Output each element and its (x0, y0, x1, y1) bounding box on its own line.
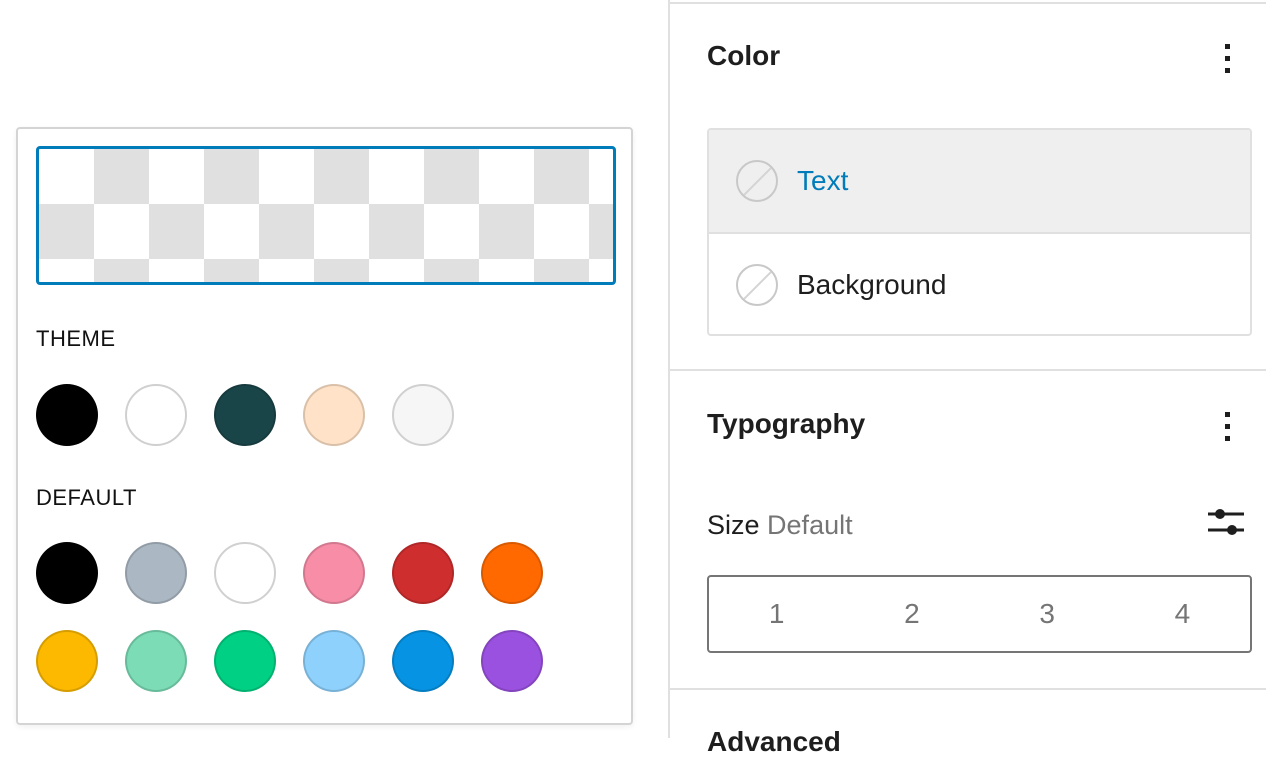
default-palette-row (36, 542, 543, 604)
no-color-indicator-icon (736, 264, 778, 306)
divider (670, 688, 1266, 690)
color-swatch[interactable] (125, 542, 187, 604)
color-swatch[interactable] (392, 542, 454, 604)
no-color-indicator-icon (736, 160, 778, 202)
typography-panel-options-icon[interactable] (1210, 404, 1244, 448)
color-swatch[interactable] (481, 630, 543, 692)
font-size-picker: 1 2 3 4 (707, 575, 1252, 653)
color-panel-title: Color (707, 40, 781, 71)
color-swatch[interactable] (125, 384, 187, 446)
current-color-preview[interactable] (36, 146, 616, 285)
font-size-option-2[interactable]: 2 (844, 577, 979, 651)
default-palette-label: DEFAULT (36, 485, 137, 510)
color-item-label: Text (797, 165, 849, 196)
block-settings-sidebar: Color Text Background Typography Size De… (668, 0, 1266, 757)
font-size-option-3[interactable]: 3 (980, 577, 1115, 651)
color-item-text[interactable]: Text (709, 130, 1250, 234)
color-swatch[interactable] (303, 542, 365, 604)
custom-size-settings-icon[interactable] (1206, 504, 1246, 540)
theme-palette-label: THEME (36, 326, 116, 351)
font-size-option-4[interactable]: 4 (1115, 577, 1250, 651)
color-swatch[interactable] (303, 630, 365, 692)
advanced-panel-title[interactable]: Advanced (707, 726, 841, 758)
color-swatch[interactable] (481, 542, 543, 604)
color-swatch[interactable] (125, 630, 187, 692)
font-size-option-1[interactable]: 1 (709, 577, 844, 651)
default-palette-row (36, 630, 543, 692)
color-swatch[interactable] (36, 384, 98, 446)
color-swatch[interactable] (214, 630, 276, 692)
color-swatch[interactable] (36, 542, 98, 604)
font-size-label: Size Default (707, 510, 853, 541)
font-size-label-text: Size (707, 510, 760, 540)
color-swatch[interactable] (214, 542, 276, 604)
divider (670, 369, 1266, 371)
divider (670, 2, 1266, 4)
color-swatch[interactable] (392, 384, 454, 446)
color-item-label: Background (797, 269, 947, 300)
color-swatch[interactable] (392, 630, 454, 692)
color-swatch[interactable] (36, 630, 98, 692)
color-settings-list: Text Background (707, 128, 1252, 336)
font-size-current-value: Default (767, 510, 853, 540)
color-panel-options-icon[interactable] (1210, 36, 1244, 80)
theme-palette (36, 384, 454, 446)
color-item-background[interactable]: Background (709, 234, 1250, 334)
color-picker-popover: THEME DEFAULT (16, 127, 633, 725)
typography-panel-title: Typography (707, 408, 866, 439)
color-swatch[interactable] (214, 384, 276, 446)
color-swatch[interactable] (303, 384, 365, 446)
